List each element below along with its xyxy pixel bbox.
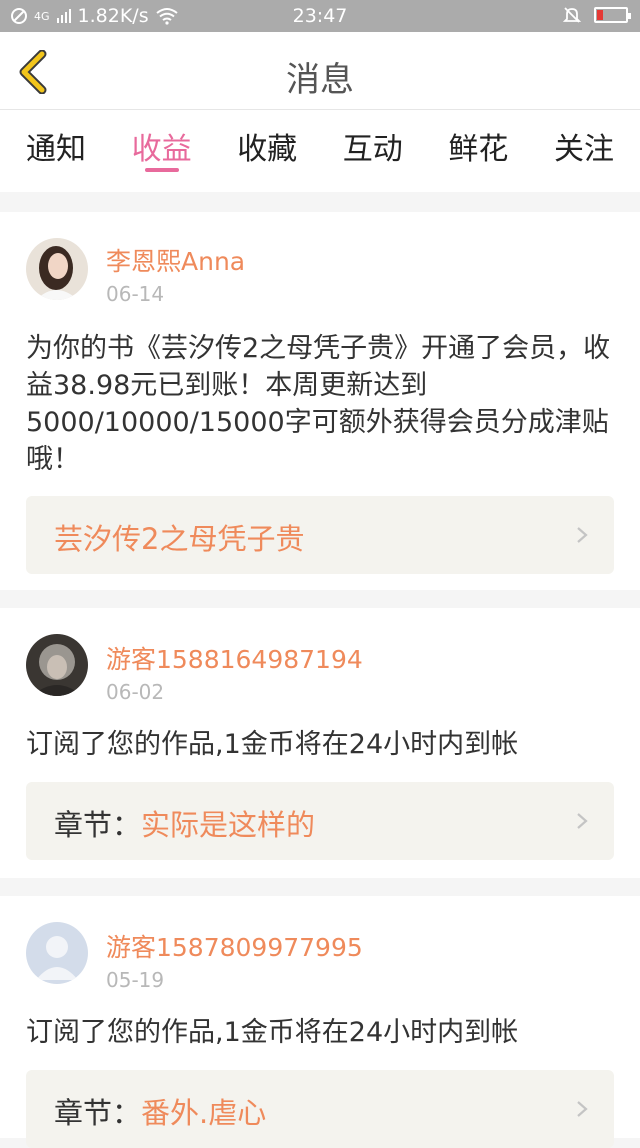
- chapter-link[interactable]: 章节：番外.虐心: [26, 1070, 614, 1148]
- tab-interact[interactable]: 互动: [343, 110, 403, 192]
- clock: 23:47: [292, 5, 348, 27]
- link-prefix: 章节：: [54, 808, 142, 842]
- bell-muted-icon: [562, 7, 582, 23]
- message-text: 订阅了您的作品,1金币将在24小时内到帐: [26, 1017, 519, 1048]
- link-title: 番外.虐心: [141, 1096, 267, 1130]
- message-card: 游客1588164987194 06-02 订阅了您的作品,1金币将在24小时内…: [0, 608, 640, 878]
- tab-bar: 通知 收益 收藏 互动 鲜花 关注: [0, 110, 640, 192]
- message-date: 05-19: [106, 968, 165, 992]
- message-text: 为你的书《芸汐传2之母凭子贵》开通了会员，收益38.98元已到账！本周更新达到5…: [26, 333, 611, 475]
- user-photo-icon: [26, 634, 88, 696]
- tab-earnings[interactable]: 收益: [132, 110, 192, 192]
- status-bar: 4G 1.82K/s 23:47: [0, 0, 640, 32]
- chevron-right-icon: [577, 813, 588, 829]
- tab-notify[interactable]: 通知: [26, 110, 86, 192]
- avatar[interactable]: [26, 922, 88, 984]
- nav-header: 消息: [0, 32, 640, 110]
- message-date: 06-14: [106, 282, 165, 306]
- default-avatar-icon: [26, 922, 88, 984]
- tab-follow[interactable]: 关注: [554, 110, 614, 192]
- user-photo-icon: [26, 238, 88, 300]
- link-title: 实际是这样的: [141, 808, 316, 842]
- message-card: 李恩熙Anna 06-14 为你的书《芸汐传2之母凭子贵》开通了会员，收益38.…: [0, 212, 640, 590]
- username[interactable]: 李恩熙Anna: [106, 242, 245, 278]
- avatar[interactable]: [26, 238, 88, 300]
- battery-icon: [594, 7, 631, 23]
- page-title: 消息: [286, 60, 354, 100]
- message-card: 游客1587809977995 05-19 订阅了您的作品,1金币将在24小时内…: [0, 896, 640, 1148]
- tab-collect[interactable]: 收藏: [237, 110, 297, 192]
- link-prefix: 章节：: [54, 1096, 142, 1130]
- username[interactable]: 游客1587809977995: [106, 928, 363, 964]
- message-date: 06-02: [106, 680, 165, 704]
- book-link[interactable]: 芸汐传2之母凭子贵: [26, 496, 614, 574]
- tab-flowers[interactable]: 鲜花: [448, 110, 508, 192]
- avatar[interactable]: [26, 634, 88, 696]
- chevron-right-icon: [577, 1101, 588, 1117]
- message-text: 订阅了您的作品,1金币将在24小时内到帐: [26, 729, 519, 760]
- chevron-right-icon: [577, 527, 588, 543]
- username[interactable]: 游客1588164987194: [106, 640, 363, 676]
- link-title: 芸汐传2之母凭子贵: [54, 522, 305, 556]
- chapter-link[interactable]: 章节：实际是这样的: [26, 782, 614, 860]
